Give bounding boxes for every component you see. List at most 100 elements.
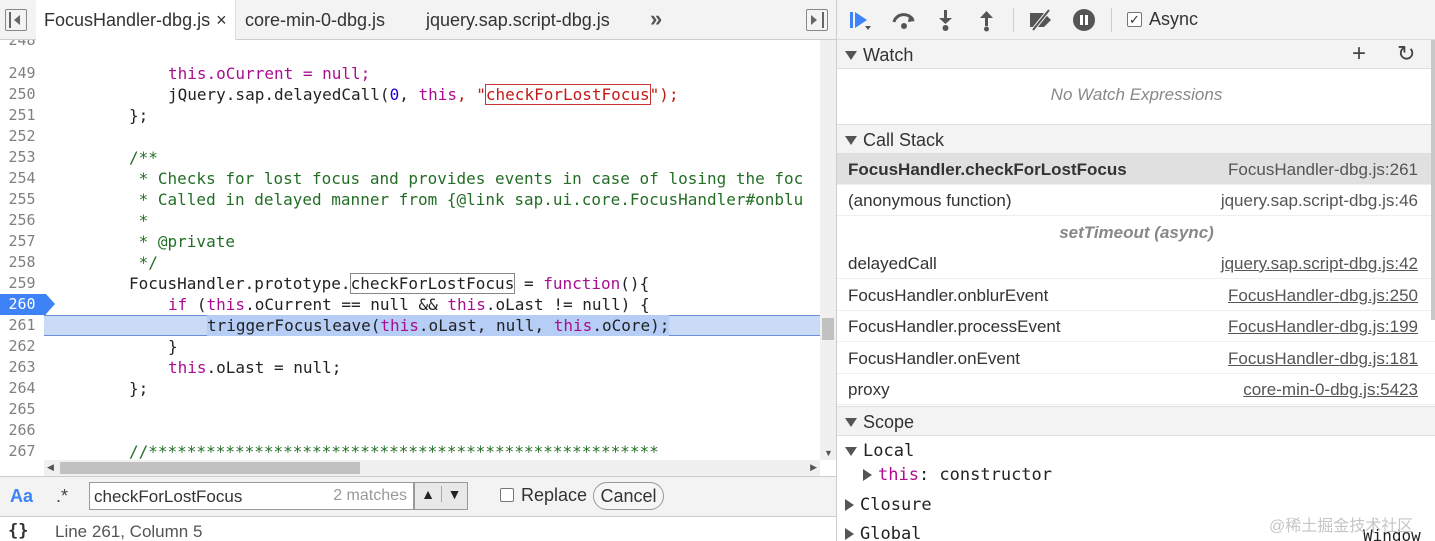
async-divider: setTimeout (async) (1059, 223, 1214, 242)
search-bar: Aa .* 2 matches ▲ ▼ Replace Cancel (0, 476, 836, 516)
search-input[interactable] (94, 486, 324, 507)
tab-jquery-script[interactable]: jquery.sap.script-dbg.js (426, 0, 610, 40)
async-checkbox[interactable]: ✓ (1127, 12, 1142, 27)
regex-toggle[interactable]: .* (56, 486, 68, 507)
tab-label: core-min-0-dbg.js (245, 10, 386, 30)
code-editor[interactable]: 248 249 this.oCurrent = null; 250 jQuery.s… (0, 40, 836, 460)
code-line: 252 (8, 127, 36, 145)
cancel-button[interactable]: Cancel (593, 482, 664, 510)
scroll-down-arrow-icon[interactable]: ▼ (824, 448, 833, 458)
resume-icon[interactable] (847, 8, 873, 32)
pretty-print-button[interactable]: {} (8, 521, 28, 541)
watermark: @稀土掘金技术社区 (1269, 518, 1414, 535)
toggle-debugger-sidebar-icon[interactable] (806, 9, 828, 31)
expand-triangle-icon (863, 469, 872, 481)
call-frame[interactable]: (anonymous function) jquery.sap.script-d… (837, 185, 1435, 216)
code-line: 250 jQuery.sap.delayedCall(0, this, "chec… (8, 84, 679, 105)
frame-location-link[interactable]: FocusHandler-dbg.js:181 (1228, 349, 1418, 369)
frame-function: proxy (848, 380, 890, 399)
frame-location-link[interactable]: jquery.sap.script-dbg.js:42 (1221, 254, 1418, 274)
expand-triangle-icon (845, 528, 854, 540)
code-line: 267//***********************************… (8, 442, 659, 460)
toggle-navigator-icon[interactable] (5, 9, 27, 31)
tab-core-min[interactable]: core-min-0-dbg.js (245, 0, 385, 40)
scope-title: Scope (863, 412, 915, 432)
callstack-section-header[interactable]: Call Stack (837, 124, 1435, 154)
watch-section-header[interactable]: Watch + ↻ (837, 39, 1435, 69)
call-frame[interactable]: delayedCall jquery.sap.script-dbg.js:42 (837, 248, 1435, 279)
previous-match-button[interactable]: ▲ (415, 486, 441, 502)
cursor-position: Line 261, Column 5 (55, 522, 203, 541)
scroll-thumb[interactable] (60, 462, 360, 474)
frame-function: (anonymous function) (848, 191, 1012, 210)
scope-section-header[interactable]: Scope (837, 406, 1435, 436)
frame-location-link[interactable]: core-min-0-dbg.js:5423 (1243, 380, 1418, 400)
frame-function: FocusHandler.onEvent (848, 349, 1020, 368)
breakpoint-marker[interactable]: 260 (0, 294, 55, 315)
code-line: 253/** (8, 148, 158, 167)
search-field[interactable]: 2 matches (89, 482, 414, 510)
code-line: 264}; (8, 379, 149, 398)
code-line: 251}; (8, 106, 149, 125)
step-into-icon[interactable] (933, 8, 959, 32)
add-watch-icon[interactable]: + (1352, 40, 1366, 68)
watch-empty-message: No Watch Expressions (1050, 85, 1223, 104)
match-case-toggle[interactable]: Aa (10, 486, 33, 507)
code-line: 266 (8, 421, 36, 439)
search-match-highlight: checkForLostFocus (484, 84, 651, 105)
frame-function: FocusHandler.checkForLostFocus (848, 160, 1127, 179)
call-frame[interactable]: FocusHandler.onEvent FocusHandler-dbg.js… (837, 343, 1435, 374)
expand-triangle-icon (845, 446, 857, 456)
editor-horizontal-scrollbar[interactable]: ◀ ▶ (44, 460, 820, 476)
more-tabs-icon[interactable]: » (650, 6, 662, 32)
next-match-button[interactable]: ▼ (441, 486, 467, 502)
frame-function: FocusHandler.processEvent (848, 317, 1061, 336)
frame-location-link[interactable]: FocusHandler-dbg.js:199 (1228, 317, 1418, 337)
scope-local[interactable]: Local (845, 441, 914, 461)
sources-editor-pane: FocusHandler-dbg.js × core-min-0-dbg.js j… (0, 0, 836, 541)
pause-on-exceptions-icon[interactable] (1071, 8, 1097, 32)
code-line: 255 * Called in delayed manner from {@li… (8, 190, 804, 209)
scroll-thumb[interactable] (822, 318, 834, 340)
deactivate-breakpoints-icon[interactable] (1027, 8, 1053, 32)
call-frame[interactable]: proxy core-min-0-dbg.js:5423 (837, 374, 1435, 405)
tab-label: jquery.sap.script-dbg.js (426, 10, 610, 30)
tab-label: FocusHandler-dbg.js (44, 10, 211, 30)
refresh-icon[interactable]: ↻ (1397, 41, 1415, 67)
debugger-toolbar: ✓ Async (837, 0, 1435, 40)
editor-tab-bar: FocusHandler-dbg.js × core-min-0-dbg.js j… (0, 0, 836, 40)
frame-location-link[interactable]: FocusHandler-dbg.js:250 (1228, 286, 1418, 306)
expand-triangle-icon (845, 499, 854, 511)
replace-label: Replace (521, 485, 588, 505)
search-match-highlight: checkForLostFocus (349, 273, 516, 294)
scroll-right-arrow-icon[interactable]: ▶ (810, 462, 817, 473)
match-count: 2 matches (333, 487, 407, 504)
tab-focushandler[interactable]: FocusHandler-dbg.js × (36, 0, 236, 40)
callstack-title: Call Stack (863, 130, 945, 150)
scope-this-property[interactable]: this: constructor (863, 465, 1052, 485)
code-line: 248 (8, 40, 36, 49)
code-line: 258 */ (8, 253, 158, 272)
scroll-left-arrow-icon[interactable]: ◀ (47, 462, 54, 473)
call-frame[interactable]: FocusHandler.processEvent FocusHandler-d… (837, 311, 1435, 342)
frame-location: FocusHandler-dbg.js:261 (1228, 160, 1418, 179)
scope-global[interactable]: Global (845, 524, 921, 541)
watch-title: Watch (863, 45, 914, 65)
code-line-current: 261 triggerFocusleave(this.oLast, null, t… (8, 315, 670, 336)
editor-vertical-scrollbar[interactable]: ▼ (820, 40, 836, 460)
call-frame[interactable]: FocusHandler.onblurEvent FocusHandler-db… (837, 280, 1435, 311)
call-frame[interactable]: FocusHandler.checkForLostFocus FocusHand… (837, 154, 1435, 185)
scope-closure[interactable]: Closure (845, 495, 932, 515)
debugger-sidebar: ✓ Async Watch + ↻ No Watch Expressions C… (836, 0, 1435, 541)
step-over-icon[interactable] (891, 8, 917, 32)
expand-triangle-icon (845, 418, 857, 427)
step-out-icon[interactable] (974, 8, 1000, 32)
code-line: 259 FocusHandler.prototype.checkForLostFo… (8, 273, 650, 294)
replace-checkbox[interactable] (500, 488, 514, 502)
code-line: 263 this.oLast = null; (8, 358, 342, 377)
code-line: 260 if (this.oCurrent == null && this.oLa… (0, 294, 820, 315)
close-tab-icon[interactable]: × (216, 10, 227, 30)
sidebar-scrollbar[interactable] (1431, 40, 1435, 320)
frame-function: FocusHandler.onblurEvent (848, 286, 1049, 305)
code-line: 257 * @private (8, 232, 235, 251)
